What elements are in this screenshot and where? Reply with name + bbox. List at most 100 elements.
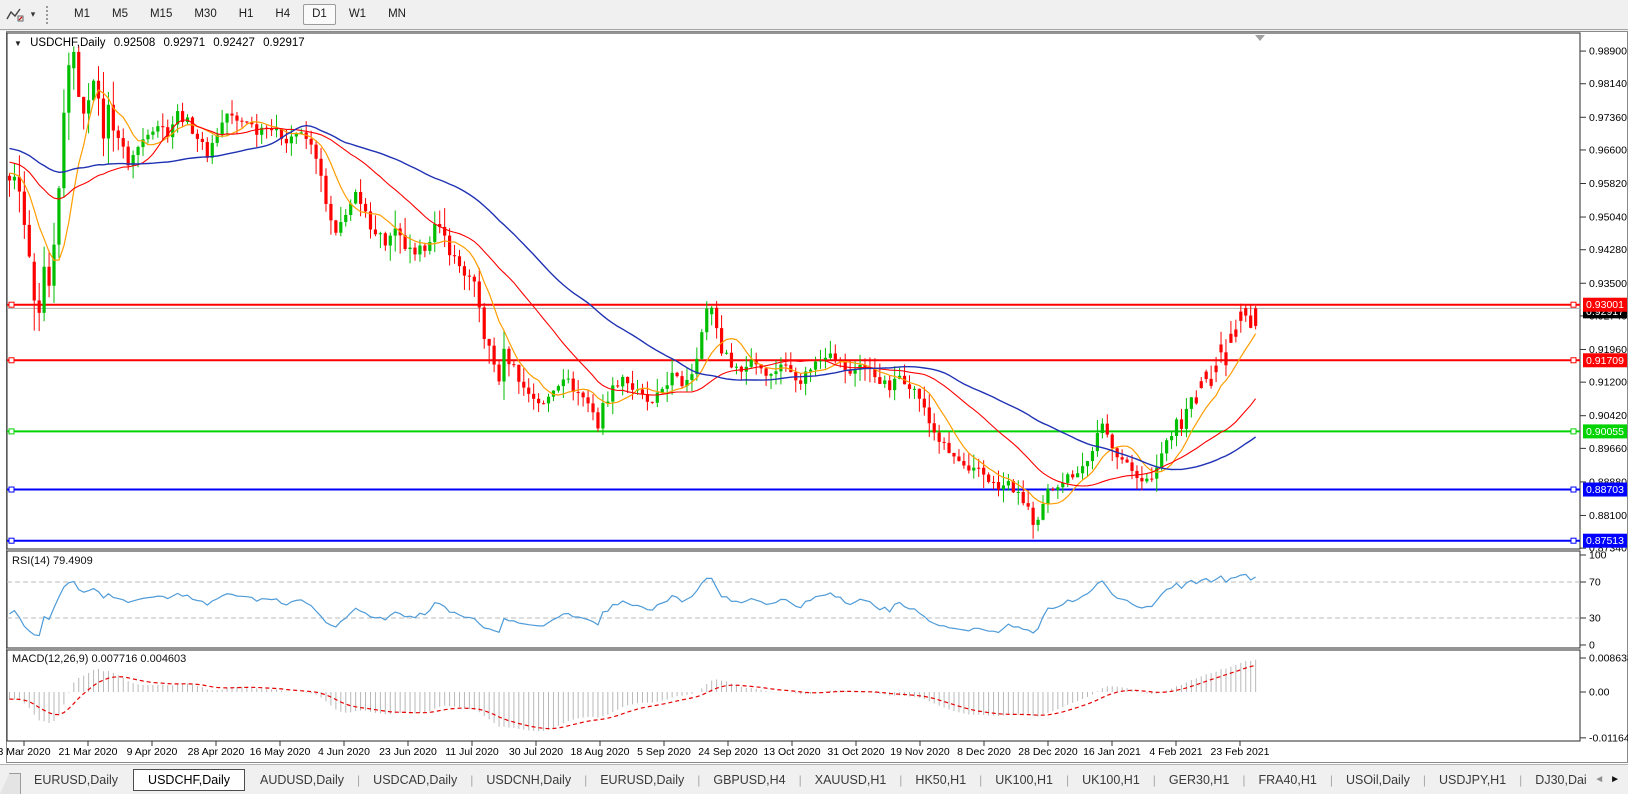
hline-handle-right[interactable] [1571,538,1576,543]
candle [918,389,921,399]
candle [1096,433,1099,451]
tab-ger30-h1-11[interactable]: GER30,H1 [1156,769,1242,791]
candle [1071,474,1074,477]
candle [1145,479,1148,482]
candle [379,233,382,234]
candle [1229,334,1232,343]
timeframe-button-m15[interactable]: M15 [141,4,181,25]
timeframe-button-mn[interactable]: MN [379,4,415,25]
timeframe-button-w1[interactable]: W1 [340,4,375,25]
tab-usdchf-daily-1[interactable]: USDCHF,Daily [133,769,245,791]
tab-scroll-left-icon[interactable]: ◄ [1594,774,1604,785]
candle [502,349,505,382]
candle [928,407,931,423]
tab-scroll-right-icon[interactable]: ► [1610,774,1620,785]
candle [883,380,886,384]
candle [23,192,26,225]
candle [1249,316,1252,328]
candle [1121,457,1124,459]
tab-xauusd-h1-7[interactable]: XAUUSD,H1 [802,769,900,791]
candle [448,236,451,256]
ohlc-close: 0.92917 [263,37,305,49]
hline-handle-left[interactable] [9,538,14,543]
candle [1165,440,1168,453]
ohlc-open: 0.92508 [114,37,156,49]
hline-handle-right[interactable] [1571,487,1576,492]
tab-usoil-daily-13[interactable]: USOil,Daily [1333,769,1423,791]
price-tick-label: 0.89660 [1589,443,1627,455]
candle [1056,487,1059,490]
hline-badge-label: 0.88703 [1586,484,1624,496]
price-chart-canvas[interactable]: 0.989000.981400.973600.966000.958200.950… [0,31,1628,764]
candle [1017,492,1020,493]
candle [245,121,248,122]
candle [1027,503,1030,507]
candle [849,370,852,373]
chart-window: 0.989000.981400.973600.966000.958200.950… [0,31,1628,764]
candle [1190,397,1193,409]
timeframe-button-m30[interactable]: M30 [185,4,225,25]
candle [952,453,955,457]
symbol-tab-bar: EURUSD,DailyUSDCHF,DailyAUDUSD,Daily|USD… [0,764,1628,794]
candle [1076,473,1079,477]
candle [784,365,787,366]
candle [38,300,41,312]
candle [161,126,164,127]
tool-dropdown-caret-icon[interactable]: ▾ [26,9,40,20]
candle [28,225,31,257]
hline-handle-left[interactable] [9,487,14,492]
candle [631,383,634,390]
chart-object-tool-icon[interactable] [4,5,26,25]
candle [82,97,85,114]
tab-uk100-h1-9[interactable]: UK100,H1 [982,769,1066,791]
timeframe-button-m5[interactable]: M5 [103,4,137,25]
candle [146,135,149,139]
hline-handle-right[interactable] [1571,429,1576,434]
date-tick-label: 19 Nov 2020 [890,746,950,758]
tab-usdjpy-h1-14[interactable]: USDJPY,H1 [1426,769,1519,791]
candle [201,139,204,142]
candle [547,397,550,404]
candle [196,134,199,139]
candle [156,126,159,131]
timeframe-button-h1[interactable]: H1 [230,4,263,25]
tab-gbpusd-h4-6[interactable]: GBPUSD,H4 [700,769,798,791]
collapse-caret-icon[interactable]: ▼ [14,39,22,48]
date-tick-label: 18 Aug 2020 [571,746,630,758]
tab-fra40-h1-12[interactable]: FRA40,H1 [1245,769,1329,791]
candle [354,192,357,203]
timeframe-button-h4[interactable]: H4 [266,4,299,25]
timeframe-button-m1[interactable]: M1 [65,4,99,25]
candle [814,362,817,370]
candle [641,389,644,394]
candle [720,328,723,353]
candle [532,394,535,399]
candle [453,255,456,256]
hline-handle-left[interactable] [9,429,14,434]
tab-eurusd-daily-5[interactable]: EURUSD,Daily [587,769,697,791]
hline-handle-right[interactable] [1571,358,1576,363]
candle [334,220,337,232]
tab-usdcnh-daily-4[interactable]: USDCNH,Daily [473,769,584,791]
chart-title: ▼ USDCHF,Daily 0.92508 0.92971 0.92427 0… [14,37,310,49]
candle [290,137,293,144]
date-tick-label: 23 Jun 2020 [379,746,437,758]
tab-uk100-h1-10[interactable]: UK100,H1 [1069,769,1153,791]
candle [1180,419,1183,429]
hline-handle-left[interactable] [9,358,14,363]
candle [408,248,411,249]
hline-handle-right[interactable] [1571,302,1576,307]
candle [616,385,619,386]
candle [878,377,881,384]
hline-badge-label: 0.93001 [1586,299,1624,311]
tab-usdcad-daily-3[interactable]: USDCAD,Daily [360,769,470,791]
tab-audusd-daily-2[interactable]: AUDUSD,Daily [247,769,357,791]
candle [1214,366,1217,373]
candle [1224,352,1227,365]
tab-eurusd-daily-0[interactable]: EURUSD,Daily [21,769,131,791]
hline-handle-left[interactable] [9,302,14,307]
candle [52,245,55,286]
tab-hk50-h1-8[interactable]: HK50,H1 [902,769,979,791]
timeframe-button-d1[interactable]: D1 [303,4,336,25]
candle [1051,489,1054,490]
